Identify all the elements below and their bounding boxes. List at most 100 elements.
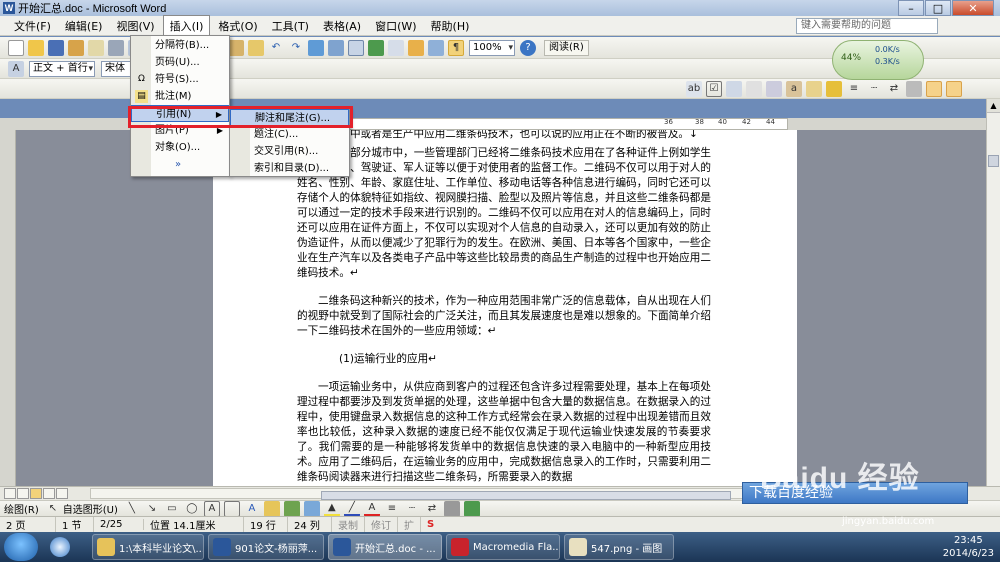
- sogou-browser-icon[interactable]: [50, 537, 70, 557]
- start-button-icon[interactable]: [4, 533, 38, 561]
- taskbar-item-folder[interactable]: 1:\本科毕业论文\...: [92, 534, 204, 560]
- picture-icon[interactable]: [303, 500, 320, 517]
- taskbar-item-word1[interactable]: 901论文-杨丽萍...: [208, 534, 324, 560]
- menu-table[interactable]: 表格(A): [317, 16, 367, 36]
- paragraph[interactable]: 动识别设备制造协会(AIMI)与美国标协(ANSI)的符号标准。一些政府部门体已…: [297, 130, 711, 142]
- document-body[interactable]: 动识别设备制造协会(AIMI)与美国标协(ANSI)的符号标准。一些政府部门体已…: [297, 130, 711, 486]
- maximize-button[interactable]: □: [925, 0, 951, 16]
- textbox-icon[interactable]: A: [203, 500, 220, 517]
- autoshapes-button[interactable]: 自选图形(U): [63, 501, 118, 516]
- menu-help[interactable]: 帮助(H): [425, 16, 476, 36]
- paste-icon[interactable]: [228, 39, 244, 56]
- close-button[interactable]: ✕: [952, 0, 994, 16]
- select-objects-icon[interactable]: ↖: [45, 501, 61, 517]
- menu-window[interactable]: 窗口(W): [369, 16, 422, 36]
- a-style-icon[interactable]: a: [786, 80, 802, 97]
- insert-excel-icon[interactable]: [368, 39, 384, 56]
- vertical-scrollbar[interactable]: ▲: [986, 99, 1000, 486]
- menu-expand-chevron-icon[interactable]: »: [131, 156, 229, 173]
- menu-view[interactable]: 视图(V): [110, 16, 160, 36]
- line-orange2-icon[interactable]: [946, 80, 962, 97]
- fill-color-icon[interactable]: ▲: [323, 501, 340, 517]
- vertical-textbox-icon[interactable]: [223, 500, 240, 517]
- arrow-style-icon[interactable]: ⇄: [886, 81, 902, 97]
- zoom-select[interactable]: 100%: [469, 39, 515, 56]
- paragraph-heading[interactable]: (1)运输行业的应用↵: [339, 352, 711, 367]
- taskbar-item-word2[interactable]: 开始汇总.doc - ...: [328, 534, 442, 560]
- field-shading-icon[interactable]: [766, 80, 782, 97]
- rectangle-icon[interactable]: ▭: [164, 501, 180, 517]
- read-button[interactable]: 阅读(R): [544, 39, 589, 56]
- system-clock[interactable]: 23:45 2014/6/23: [943, 534, 994, 560]
- field-icon[interactable]: [726, 80, 742, 97]
- menu-item-object[interactable]: 对象(O)...: [131, 139, 229, 156]
- document-map-icon[interactable]: [428, 39, 444, 56]
- marker-icon[interactable]: [826, 80, 842, 97]
- line-style-draw-icon[interactable]: ≡: [384, 501, 400, 517]
- save-icon[interactable]: [48, 39, 64, 56]
- menu-edit[interactable]: 编辑(E): [59, 16, 109, 36]
- submenu-item-caption[interactable]: 题注(C)...: [230, 126, 349, 143]
- menu-format[interactable]: 格式(O): [212, 16, 263, 36]
- ime-toolbar[interactable]: S: [421, 519, 440, 530]
- net-speed-widget[interactable]: 44% 0.0K/s 0.3K/s: [832, 40, 924, 80]
- menu-tools[interactable]: 工具(T): [266, 16, 315, 36]
- menu-item-comment[interactable]: ▤ 批注(M): [131, 88, 229, 105]
- help-icon[interactable]: ?: [520, 39, 536, 56]
- drawing-icon[interactable]: [408, 39, 424, 56]
- menu-insert[interactable]: 插入(I): [162, 15, 211, 36]
- checkbox-icon[interactable]: ☑: [706, 80, 722, 97]
- print-icon[interactable]: [108, 39, 124, 56]
- oval-icon[interactable]: ◯: [184, 501, 200, 517]
- lock-icon[interactable]: [806, 80, 822, 97]
- line-color-icon[interactable]: ╱: [343, 501, 360, 517]
- tables-borders-icon[interactable]: [328, 39, 344, 56]
- show-hide-icon[interactable]: ¶: [448, 39, 464, 56]
- wordart-icon[interactable]: A: [244, 501, 260, 517]
- arrow-icon[interactable]: ↘: [144, 501, 160, 517]
- dash-style-icon[interactable]: ┈: [866, 81, 882, 97]
- shadow-style-icon[interactable]: [443, 500, 460, 517]
- draw-menu-button[interactable]: 绘图(R): [4, 501, 39, 516]
- scroll-thumb[interactable]: [988, 155, 999, 167]
- taskbar-item-flash[interactable]: Macromedia Fla...: [446, 534, 560, 560]
- menu-item-page-numbers[interactable]: 页码(U)...: [131, 54, 229, 71]
- undo-icon[interactable]: ↶: [268, 40, 284, 56]
- format-painter-icon[interactable]: [248, 39, 264, 56]
- menu-file[interactable]: 文件(F): [8, 16, 57, 36]
- styles-pane-icon[interactable]: A: [8, 60, 24, 77]
- line-orange-icon[interactable]: [926, 80, 942, 97]
- status-extend[interactable]: 扩: [398, 517, 421, 532]
- 3d-style-icon[interactable]: [463, 500, 480, 517]
- submenu-item-index-toc[interactable]: 索引和目录(D)...: [230, 160, 349, 177]
- status-record[interactable]: 录制: [332, 517, 365, 532]
- paragraph[interactable]: 二维条码这种新兴的技术，作为一种应用范围非常广泛的信息载体，自从出现在人们的视野…: [297, 294, 711, 339]
- permission-icon[interactable]: [68, 39, 84, 56]
- char-scale-icon[interactable]: ab: [686, 80, 702, 97]
- web-view-icon[interactable]: [17, 488, 29, 499]
- form-icon[interactable]: [746, 80, 762, 97]
- new-document-icon[interactable]: [8, 39, 24, 56]
- normal-view-icon[interactable]: [4, 488, 16, 499]
- diagram-icon[interactable]: [263, 500, 280, 517]
- submenu-item-cross-reference[interactable]: 交叉引用(R)...: [230, 143, 349, 160]
- hscroll-thumb[interactable]: [321, 491, 731, 500]
- columns-icon[interactable]: [388, 39, 404, 56]
- paragraph[interactable]: 在美国的大部分城市中，一些管理部门已经将二维条码技术应用在了各种证件上例如学生证…: [297, 146, 711, 281]
- line-style-icon[interactable]: ≡: [846, 81, 862, 97]
- outline-view-icon[interactable]: [43, 488, 55, 499]
- taskbar-item-paint[interactable]: 547.png - 画图: [564, 534, 674, 560]
- document-page[interactable]: 动识别设备制造协会(AIMI)与美国标协(ANSI)的符号标准。一些政府部门体已…: [213, 130, 797, 486]
- help-search-input[interactable]: 键入需要帮助的问题: [796, 18, 938, 34]
- style-select[interactable]: 正文 + 首行: [29, 60, 95, 77]
- status-track-changes[interactable]: 修订: [365, 517, 398, 532]
- email-icon[interactable]: [88, 39, 104, 56]
- font-color-icon[interactable]: A: [363, 501, 380, 517]
- open-folder-icon[interactable]: [28, 39, 44, 56]
- horizontal-scrollbar[interactable]: [90, 488, 780, 500]
- reading-view-icon[interactable]: [56, 488, 68, 499]
- scroll-up-arrow-icon[interactable]: ▲: [987, 99, 1000, 113]
- hyperlink-icon[interactable]: [308, 39, 324, 56]
- line-icon[interactable]: ╲: [124, 501, 140, 517]
- minimize-button[interactable]: –: [898, 0, 924, 16]
